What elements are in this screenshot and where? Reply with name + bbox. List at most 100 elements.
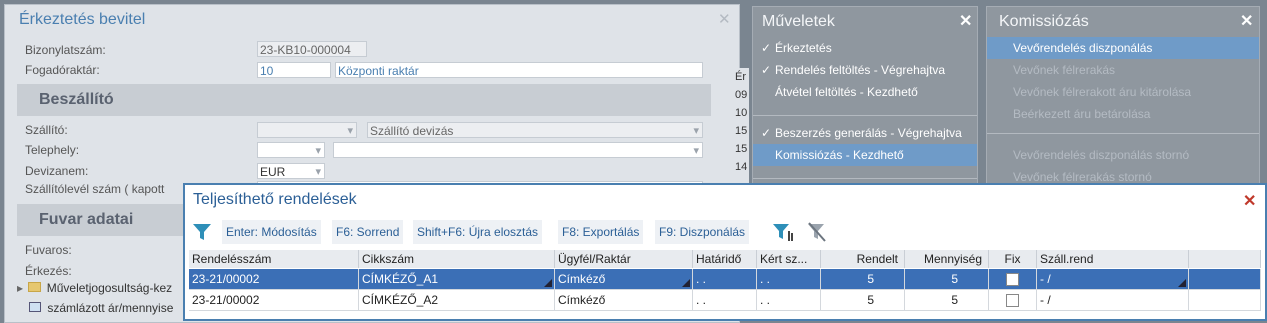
- filter-settings-icon[interactable]: [771, 221, 795, 243]
- cell-rendelt[interactable]: 5: [821, 269, 905, 290]
- cell-text: Címkéző: [558, 272, 606, 286]
- lookup-corner-icon[interactable]: [1178, 279, 1186, 287]
- strip-cell: 15: [735, 125, 748, 137]
- cell-kert[interactable]: . .: [757, 269, 821, 290]
- cell-rendelesszam[interactable]: 23-21/00002: [189, 290, 359, 311]
- toolbar-f8-button[interactable]: F8: Exportálás: [558, 220, 644, 244]
- tree-expand-icon[interactable]: ▸: [17, 281, 23, 295]
- cell-mennyiseg[interactable]: 5: [905, 290, 989, 311]
- folder-icon: [28, 282, 42, 292]
- strip-cell: 09: [735, 89, 748, 101]
- bizonylatszam-label: Bizonylatszám:: [25, 43, 106, 57]
- fix-checkbox[interactable]: [1006, 294, 1019, 308]
- szallitolevel-label: Szállítólevél szám ( kapott: [25, 182, 165, 196]
- menu-item-komissiozas[interactable]: Komissiózás - Kezdhető: [753, 144, 977, 166]
- tree-item-label: számlázott ár/mennyise: [47, 301, 174, 315]
- cell-ugyfel[interactable]: Címkéző: [555, 269, 693, 290]
- background-column-strip: Ér 09 10 15 15 14: [735, 68, 749, 188]
- check-icon: ✓: [761, 41, 772, 55]
- cell-hatarido[interactable]: . .: [693, 269, 757, 290]
- menu-item-label: Beszerzés generálás - Végrehajtva: [775, 126, 962, 140]
- szallito-label: Szállító:: [25, 123, 68, 137]
- cell-filler: [1189, 290, 1261, 311]
- toolbar-shift-f6-button[interactable]: Shift+F6: Újra elosztás: [413, 220, 543, 244]
- lookup-corner-icon[interactable]: [682, 279, 690, 287]
- monitor-icon: [29, 302, 41, 312]
- cell-cikkszam[interactable]: CÍMKÉZŐ_A2: [359, 290, 555, 311]
- telephely-code-dropdown[interactable]: [257, 142, 325, 159]
- kom-item-vevonek-felrerakas[interactable]: Vevőnek félrerakás: [987, 59, 1259, 81]
- cell-mennyiseg[interactable]: 5: [905, 269, 989, 290]
- cell-fix[interactable]: [989, 269, 1037, 290]
- strip-cell: Ér: [735, 71, 746, 83]
- menu-separator: [753, 178, 977, 179]
- teljesitheto-rendelesek-dialog: Teljesíthető rendelések ✕ Enter: Módosít…: [183, 183, 1267, 321]
- cell-cikkszam[interactable]: CÍMKÉZŐ_A1: [359, 269, 555, 290]
- muveletek-panel: Műveletek ✕ ✓ Érkeztetés ✓ Rendelés feltöl…: [752, 6, 978, 192]
- fuvaros-label: Fuvaros:: [25, 243, 72, 257]
- beszallito-section-header: Beszállító: [17, 84, 711, 116]
- menu-item-label: Átvétel feltöltés - Kezdhető: [775, 85, 918, 99]
- teljesitheto-title: Teljesíthető rendelések: [193, 191, 357, 208]
- col-header-rendelesszam[interactable]: Rendelésszám: [189, 250, 359, 268]
- fogadoraktar-label: Fogadóraktár:: [25, 63, 100, 77]
- strip-cell: 14: [735, 161, 748, 173]
- lookup-corner-icon[interactable]: [544, 279, 552, 287]
- teljesitheto-close-icon[interactable]: ✕: [1243, 191, 1256, 211]
- col-header-kert-szallitas[interactable]: Kért sz...: [757, 250, 821, 268]
- telephely-name-dropdown[interactable]: [333, 142, 703, 159]
- cell-hatarido[interactable]: . .: [693, 290, 757, 311]
- cell-rendelt[interactable]: 5: [821, 290, 905, 311]
- col-header-fix[interactable]: Fix: [989, 250, 1037, 268]
- telephely-label: Telephely:: [25, 143, 80, 157]
- filter-clear-icon[interactable]: [805, 221, 829, 243]
- menu-item-atvetel-feltoltes[interactable]: Átvétel feltöltés - Kezdhető: [753, 81, 977, 103]
- menu-item-erkeztetes[interactable]: ✓ Érkeztetés: [753, 37, 977, 59]
- szallito-devizas-dropdown[interactable]: Szállító devizás: [367, 122, 703, 139]
- menu-item-label: Érkeztetés: [775, 41, 832, 55]
- cell-text: CÍMKÉZŐ_A1: [362, 272, 439, 286]
- check-icon: ✓: [761, 63, 772, 77]
- toolbar-f6-button[interactable]: F6: Sorrend: [332, 220, 404, 244]
- tree-item-label: Műveletjogosultság-kez: [46, 281, 173, 295]
- komissiozas-panel: Komissiózás ✕ Vevőrendelés diszponálás V…: [986, 6, 1260, 192]
- col-header-hatarido[interactable]: Határidő: [693, 250, 757, 268]
- szallito-dropdown[interactable]: [257, 122, 357, 139]
- cell-rendelesszam[interactable]: 23-21/00002: [189, 269, 359, 290]
- cell-szall-rend[interactable]: - /: [1037, 290, 1189, 311]
- erkezes-label: Érkezés:: [25, 264, 72, 278]
- tree-item-muveletjogosultsag[interactable]: ▸ Műveletjogosultság-kez: [17, 281, 172, 295]
- tree-item-szamlazott[interactable]: számlázott ár/mennyise: [29, 301, 173, 315]
- erkeztetes-title: Érkeztetés bevitel: [19, 11, 146, 28]
- col-header-szall-rend[interactable]: Száll.rend: [1037, 250, 1189, 268]
- toolbar-enter-button[interactable]: Enter: Módosítás: [222, 220, 321, 244]
- komissiozas-title: Komissiózás: [999, 13, 1089, 30]
- menu-item-label: Rendelés feltöltés - Végrehajtva: [775, 63, 946, 77]
- muveletek-close-icon[interactable]: ✕: [959, 11, 972, 31]
- cell-szall-rend[interactable]: - /: [1037, 269, 1189, 290]
- col-header-rendelt[interactable]: Rendelt: [821, 250, 905, 268]
- kom-item-vevorendeles-diszponalas[interactable]: Vevőrendelés diszponálás: [987, 37, 1259, 59]
- kom-item-diszponalas-storno[interactable]: Vevőrendelés diszponálás stornó: [987, 144, 1259, 166]
- devizanem-label: Devizanem:: [25, 164, 89, 178]
- cell-kert[interactable]: . .: [757, 290, 821, 311]
- fix-checkbox[interactable]: [1006, 273, 1019, 287]
- fogadoraktar-name-field[interactable]: Központi raktár: [335, 62, 703, 78]
- fogadoraktar-code-field[interactable]: 10: [257, 62, 331, 78]
- kom-item-felrerakott-kitarolas[interactable]: Vevőnek félrerakott áru kitárolása: [987, 81, 1259, 103]
- cell-fix[interactable]: [989, 290, 1037, 311]
- erkeztetes-close-icon[interactable]: ✕: [718, 10, 731, 28]
- menu-item-rendeles-feltoltes[interactable]: ✓ Rendelés feltöltés - Végrehajtva: [753, 59, 977, 81]
- komissiozas-close-icon[interactable]: ✕: [1240, 11, 1253, 31]
- col-header-ugyfel-raktar[interactable]: Ügyfél/Raktár: [555, 250, 693, 268]
- cell-ugyfel[interactable]: Címkéző: [555, 290, 693, 311]
- check-icon: ✓: [761, 126, 772, 140]
- menu-item-beszerzes-generalas[interactable]: ✓ Beszerzés generálás - Végrehajtva: [753, 122, 977, 144]
- col-header-mennyiseg[interactable]: Mennyiség: [905, 250, 989, 268]
- col-header-cikkszam[interactable]: Cikkszám: [359, 250, 555, 268]
- kom-item-beerkezett-betarolas[interactable]: Beérkezett áru betárolása: [987, 103, 1259, 125]
- bizonylatszam-field[interactable]: 23-KB10-000004: [257, 41, 367, 57]
- devizanem-dropdown[interactable]: EUR: [257, 163, 325, 180]
- filter-icon[interactable]: [191, 221, 213, 243]
- toolbar-f9-button[interactable]: F9: Diszponálás: [655, 220, 750, 244]
